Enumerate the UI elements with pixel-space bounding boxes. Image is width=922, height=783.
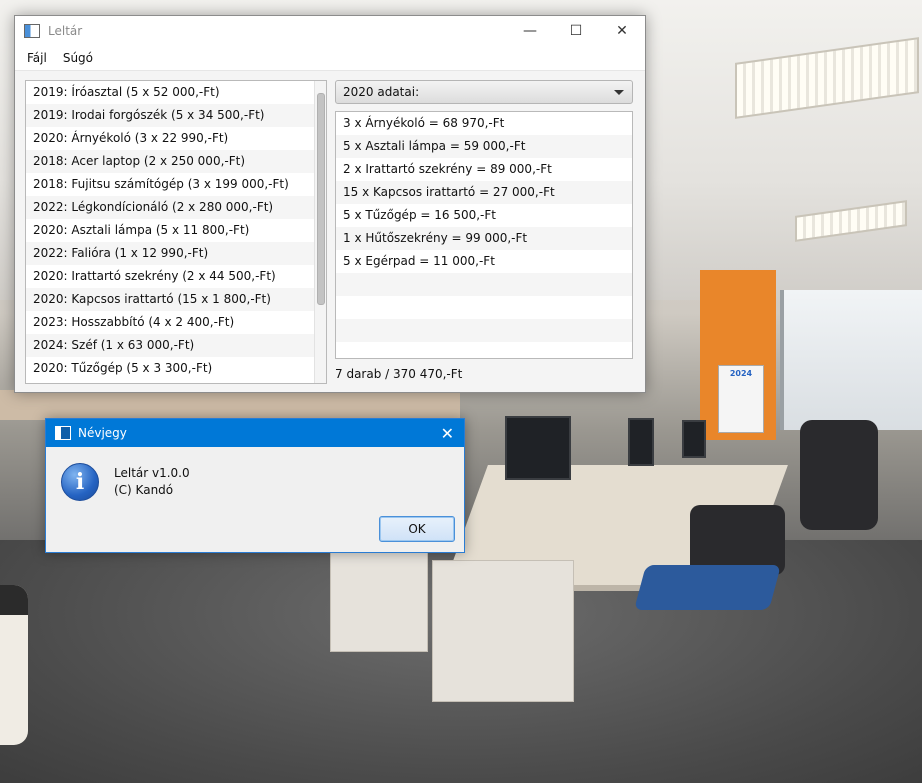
- minimize-button[interactable]: —: [507, 16, 553, 46]
- chevron-down-icon: [614, 89, 624, 95]
- detail-item[interactable]: 5 x Asztali lámpa = 59 000,-Ft: [336, 135, 632, 158]
- detail-item[interactable]: 2 x Irattartó szekrény = 89 000,-Ft: [336, 158, 632, 181]
- detail-item[interactable]: 5 x Tűzőgép = 16 500,-Ft: [336, 204, 632, 227]
- summary-label: 7 darab / 370 470,-Ft: [335, 367, 463, 381]
- ok-button[interactable]: OK: [379, 516, 455, 542]
- inventory-list[interactable]: 2019: Íróasztal (5 x 52 000,-Ft) 2019: I…: [25, 80, 327, 384]
- dialog-title-bar[interactable]: Névjegy ✕: [46, 419, 464, 447]
- title-bar[interactable]: Leltár — ☐ ✕: [15, 16, 645, 46]
- list-item[interactable]: 2019: Íróasztal (5 x 52 000,-Ft): [26, 81, 326, 104]
- main-window: Leltár — ☐ ✕ Fájl Súgó 2019: Íróasztal (…: [14, 15, 646, 393]
- list-item[interactable]: 2020: Asztali lámpa (5 x 11 800,-Ft): [26, 219, 326, 242]
- shelf: [0, 390, 460, 420]
- monitor: [682, 420, 706, 458]
- year-details-list[interactable]: 3 x Árnyékoló = 68 970,-Ft 5 x Asztali l…: [335, 111, 633, 359]
- empty-row: [336, 296, 632, 319]
- list-item[interactable]: 2023: Hosszabbító (4 x 2 400,-Ft): [26, 311, 326, 334]
- year-select[interactable]: 2020 adatai:: [335, 80, 633, 104]
- list-item[interactable]: 2020: Tűzőgép (5 x 3 300,-Ft): [26, 357, 326, 380]
- close-icon[interactable]: ✕: [441, 424, 454, 443]
- menu-file[interactable]: Fájl: [19, 51, 55, 65]
- detail-item[interactable]: 5 x Egérpad = 11 000,-Ft: [336, 250, 632, 273]
- office-window: [780, 290, 922, 430]
- list-item[interactable]: 2019: Irodai forgószék (5 x 34 500,-Ft): [26, 104, 326, 127]
- stool-top: [0, 585, 28, 615]
- window-title: Leltár: [48, 24, 83, 38]
- list-item[interactable]: 2018: Acer laptop (2 x 250 000,-Ft): [26, 150, 326, 173]
- empty-row: [336, 319, 632, 342]
- drawer-cabinet: [330, 545, 428, 652]
- list-item[interactable]: 2022: Falióra (1 x 12 990,-Ft): [26, 242, 326, 265]
- monitor: [505, 416, 571, 480]
- detail-item[interactable]: 1 x Hűtőszekrény = 99 000,-Ft: [336, 227, 632, 250]
- dialog-message: Leltár v1.0.0 (C) Kandó: [114, 465, 190, 499]
- detail-item[interactable]: 3 x Árnyékoló = 68 970,-Ft: [336, 112, 632, 135]
- list-item[interactable]: 2022: Légkondícionáló (2 x 280 000,-Ft): [26, 196, 326, 219]
- year-select-value: 2020 adatai:: [343, 85, 420, 99]
- menu-help[interactable]: Súgó: [55, 51, 101, 65]
- detail-item[interactable]: 15 x Kapcsos irattartó = 27 000,-Ft: [336, 181, 632, 204]
- scrollbar-thumb[interactable]: [317, 93, 325, 305]
- wall-calendar: 2024: [718, 365, 764, 433]
- dialog-line-version: Leltár v1.0.0: [114, 466, 190, 480]
- empty-row: [336, 273, 632, 296]
- about-dialog: Névjegy ✕ i Leltár v1.0.0 (C) Kandó OK: [45, 418, 465, 553]
- list-item[interactable]: 2018: Fujitsu számítógép (3 x 199 000,-F…: [26, 173, 326, 196]
- info-icon: i: [61, 463, 99, 501]
- menu-bar: Fájl Súgó: [15, 46, 645, 71]
- drawer-cabinet: [432, 560, 574, 702]
- dialog-title: Névjegy: [78, 426, 127, 440]
- app-icon: [24, 24, 40, 38]
- app-icon: [55, 426, 71, 440]
- monitor: [628, 418, 654, 466]
- list-item[interactable]: 2020: Irattartó szekrény (2 x 44 500,-Ft…: [26, 265, 326, 288]
- list-item[interactable]: 2020: Árnyékoló (3 x 22 990,-Ft): [26, 127, 326, 150]
- office-chair: [800, 420, 878, 530]
- dialog-line-copyright: (C) Kandó: [114, 483, 174, 497]
- close-button[interactable]: ✕: [599, 16, 645, 46]
- list-item[interactable]: 2020: Kapcsos irattartó (15 x 1 800,-Ft): [26, 288, 326, 311]
- maximize-button[interactable]: ☐: [553, 16, 599, 46]
- list-scrollbar[interactable]: [314, 81, 326, 383]
- list-item[interactable]: 2024: Széf (1 x 63 000,-Ft): [26, 334, 326, 357]
- calendar-year: 2024: [729, 369, 753, 378]
- chair-seat: [633, 565, 782, 610]
